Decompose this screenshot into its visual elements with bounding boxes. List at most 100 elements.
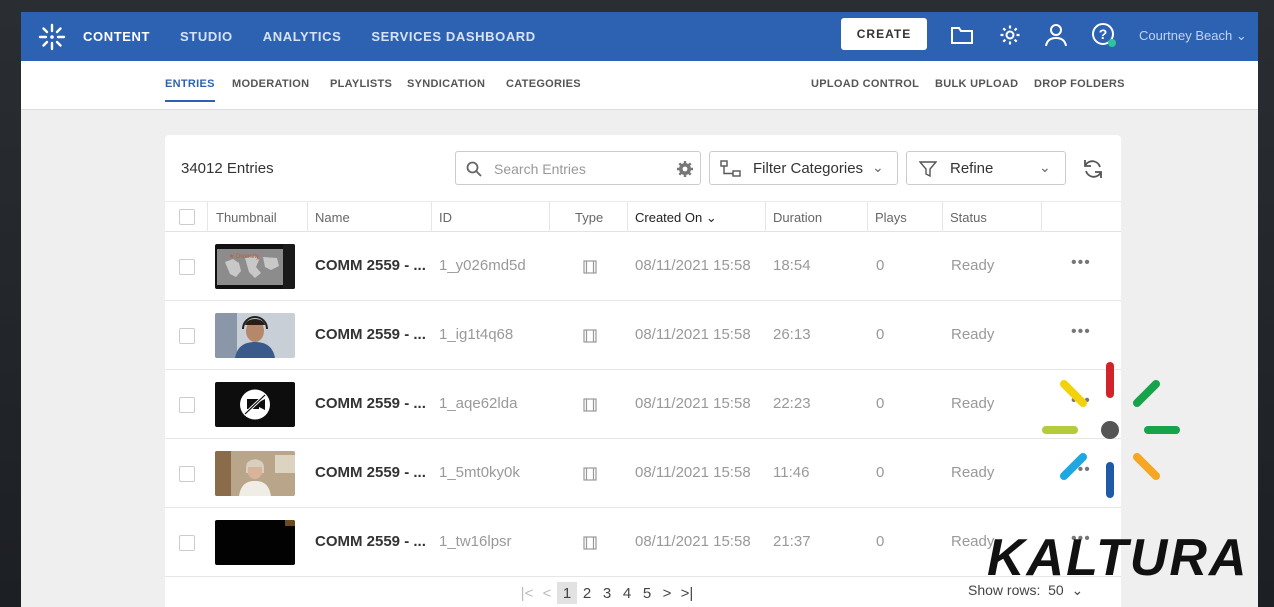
row-checkbox[interactable] (179, 535, 195, 551)
select-all-checkbox[interactable] (179, 209, 195, 225)
refine-button[interactable]: Refine ⌄ (906, 151, 1066, 185)
entry-id: 1_5mt0ky0k (439, 464, 520, 481)
row-checkbox[interactable] (179, 328, 195, 344)
help-icon[interactable]: ? (1091, 22, 1117, 48)
tab-playlists[interactable]: PLAYLISTS (330, 78, 392, 90)
page-3[interactable]: 3 (597, 582, 617, 604)
table-row[interactable]: COMM 2559 - ... 1_tw16lpsr 08/11/2021 15… (165, 508, 1121, 577)
entry-name[interactable]: COMM 2559 - ... (315, 326, 426, 343)
col-thumbnail: Thumbnail (216, 210, 277, 225)
tab-categories[interactable]: CATEGORIES (506, 78, 581, 90)
refine-label: Refine (950, 160, 994, 177)
entry-thumbnail[interactable] (215, 382, 295, 427)
nav-services-dashboard[interactable]: SERVICES DASHBOARD (371, 29, 535, 44)
entry-plays: 0 (876, 533, 885, 550)
entry-name[interactable]: COMM 2559 - ... (315, 533, 426, 550)
row-checkbox[interactable] (179, 259, 195, 275)
video-type-icon (583, 260, 597, 274)
page-4[interactable]: 4 (617, 582, 637, 604)
sort-desc-icon: ⌄ (705, 210, 717, 225)
entry-created: 08/11/2021 15:58 (635, 257, 751, 274)
entry-plays: 0 (876, 464, 885, 481)
entry-name[interactable]: COMM 2559 - ... (315, 257, 426, 274)
col-plays[interactable]: Plays (875, 210, 907, 225)
col-type[interactable]: Type (575, 210, 603, 225)
video-type-icon (583, 329, 597, 343)
sub-nav: ENTRIES MODERATION PLAYLISTS SYNDICATION… (21, 61, 1258, 110)
user-icon[interactable] (1043, 22, 1069, 48)
entry-created: 08/11/2021 15:58 (635, 395, 751, 412)
refresh-icon[interactable] (1082, 159, 1104, 179)
folder-icon[interactable] (949, 22, 975, 48)
last-page-icon[interactable]: >| (677, 582, 697, 604)
entry-created: 08/11/2021 15:58 (635, 326, 751, 343)
kaltura-logo-icon[interactable] (21, 12, 83, 61)
gear-icon[interactable] (997, 22, 1023, 48)
entry-name[interactable]: COMM 2559 - ... (315, 464, 426, 481)
prev-page-icon[interactable]: < (537, 582, 557, 604)
create-button[interactable]: CREATE (841, 18, 927, 50)
next-page-icon[interactable]: > (657, 582, 677, 604)
page-1[interactable]: 1 (557, 582, 577, 604)
table-row[interactable]: COMM 2559 - ... 1_aqe62lda 08/11/2021 15… (165, 370, 1121, 439)
upload-control-link[interactable]: UPLOAD CONTROL (811, 78, 919, 90)
page-2[interactable]: 2 (577, 582, 597, 604)
page-5[interactable]: 5 (637, 582, 657, 604)
entry-duration: 18:54 (773, 257, 811, 274)
svg-text:★ Diversity: ★ Diversity (229, 253, 259, 260)
search-input[interactable]: Search Entries (494, 161, 586, 177)
row-checkbox[interactable] (179, 466, 195, 482)
user-menu[interactable]: Courtney Beach ⌄ (1139, 28, 1247, 44)
drop-folders-link[interactable]: DROP FOLDERS (1034, 78, 1125, 90)
video-type-icon (583, 536, 597, 550)
filter-categories-button[interactable]: Filter Categories ⌄ (709, 151, 898, 185)
entry-plays: 0 (876, 395, 885, 412)
entry-thumbnail[interactable] (215, 520, 295, 565)
entry-thumbnail[interactable] (215, 313, 295, 358)
col-created-on[interactable]: Created On ⌄ (635, 210, 717, 226)
first-page-icon[interactable]: |< (517, 582, 537, 604)
more-actions-icon[interactable]: ••• (1071, 254, 1091, 272)
entry-id: 1_ig1t4q68 (439, 326, 514, 343)
more-actions-icon[interactable]: ••• (1071, 323, 1091, 341)
bulk-upload-link[interactable]: BULK UPLOAD (935, 78, 1018, 90)
entry-status: Ready (951, 464, 995, 481)
entry-status: Ready (951, 257, 995, 274)
tab-moderation[interactable]: MODERATION (232, 78, 309, 90)
user-name: Courtney Beach (1139, 28, 1233, 43)
chevron-down-icon: ⌄ (872, 159, 884, 175)
col-duration[interactable]: Duration (773, 210, 822, 225)
tab-syndication[interactable]: SYNDICATION (407, 78, 485, 90)
app-window: CONTENT STUDIO ANALYTICS SERVICES DASHBO… (21, 12, 1258, 607)
nav-studio[interactable]: STUDIO (180, 29, 233, 44)
entry-thumbnail[interactable] (215, 451, 295, 496)
search-box[interactable]: Search Entries (455, 151, 701, 185)
col-id[interactable]: ID (439, 210, 452, 225)
kaltura-wordmark: KALTURA (987, 529, 1249, 587)
search-icon (466, 161, 482, 177)
entry-duration: 11:46 (773, 464, 810, 481)
nav-analytics[interactable]: ANALYTICS (263, 29, 342, 44)
table-row[interactable]: ★ Diversity COMM 2559 - ... 1_y026md5d 0… (165, 232, 1121, 301)
entry-id: 1_y026md5d (439, 257, 526, 274)
entry-name[interactable]: COMM 2559 - ... (315, 395, 426, 412)
entry-created: 08/11/2021 15:58 (635, 533, 751, 550)
filter-categories-label: Filter Categories (753, 160, 864, 177)
entry-id: 1_tw16lpsr (439, 533, 512, 550)
entry-thumbnail[interactable]: ★ Diversity (215, 244, 295, 289)
category-tree-icon (720, 160, 741, 177)
entry-status: Ready (951, 395, 995, 412)
entry-id: 1_aqe62lda (439, 395, 518, 412)
nav-content[interactable]: CONTENT (83, 29, 150, 44)
chevron-down-icon: ⌄ (1235, 28, 1247, 43)
kaltura-sunburst-icon (1042, 362, 1180, 498)
col-name[interactable]: Name (315, 210, 350, 225)
search-settings-gear-icon[interactable] (676, 160, 694, 178)
tab-entries[interactable]: ENTRIES (165, 78, 215, 102)
row-checkbox[interactable] (179, 397, 195, 413)
col-status[interactable]: Status (950, 210, 987, 225)
table-row[interactable]: COMM 2559 - ... 1_ig1t4q68 08/11/2021 15… (165, 301, 1121, 370)
chevron-down-icon: ⌄ (1039, 159, 1051, 175)
table-row[interactable]: COMM 2559 - ... 1_5mt0ky0k 08/11/2021 15… (165, 439, 1121, 508)
video-type-icon (583, 398, 597, 412)
